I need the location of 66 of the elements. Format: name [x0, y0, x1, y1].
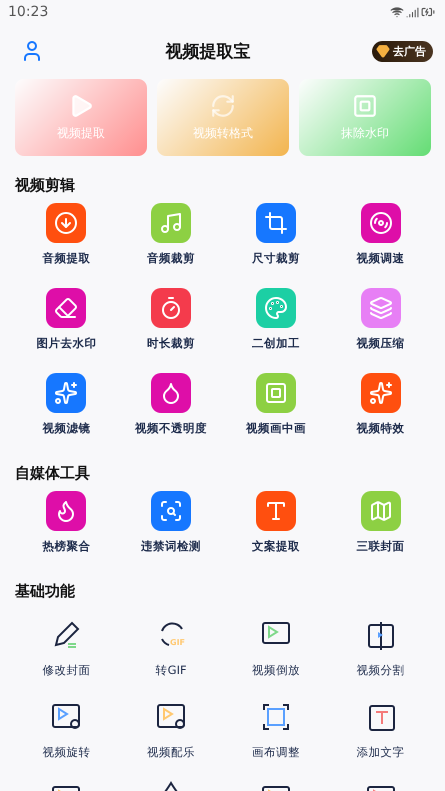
- tool-label[interactable]: 视频旋转: [42, 745, 90, 760]
- search-icon: [159, 499, 184, 523]
- tool-label[interactable]: 三联封面: [356, 539, 405, 554]
- layers-icon: [368, 296, 393, 320]
- tool-tile[interactable]: [360, 373, 401, 413]
- tool-label[interactable]: 转GIF: [156, 663, 187, 678]
- tool-label[interactable]: 视频分割: [356, 663, 405, 678]
- map-icon: [368, 499, 393, 523]
- disc-icon: [368, 211, 393, 235]
- tool-label[interactable]: 视频压缩: [356, 336, 405, 351]
- tool-label[interactable]: 文案提取: [252, 539, 300, 554]
- tool-tile[interactable]: [256, 288, 296, 328]
- remove-ads-button[interactable]: 去广告: [372, 40, 433, 62]
- tool-tile[interactable]: [151, 203, 192, 243]
- tool-label[interactable]: 添加文字: [356, 745, 405, 760]
- tool-tile[interactable]: [151, 491, 192, 531]
- refresh-icon: [161, 622, 183, 646]
- wifi-icon: [390, 5, 404, 19]
- tool-tile[interactable]: [46, 203, 86, 243]
- square-icon: [264, 381, 288, 405]
- square-icon: [352, 93, 378, 119]
- tool-label[interactable]: 时长裁剪: [147, 336, 196, 351]
- status-time: 10:23: [8, 4, 48, 20]
- tool-label[interactable]: 音频提取: [42, 251, 90, 266]
- tool-label[interactable]: 视频调速: [356, 251, 405, 266]
- eraser-icon: [54, 296, 78, 320]
- tool-label[interactable]: 热榜聚合: [42, 539, 90, 554]
- tool-label[interactable]: 图片去水印: [36, 336, 96, 351]
- tool-label[interactable]: 画布调整: [252, 745, 300, 760]
- download-icon: [54, 211, 78, 235]
- palette-icon: [264, 296, 288, 320]
- refresh-icon: [210, 93, 236, 119]
- tool-label[interactable]: 视频倒放: [252, 663, 300, 678]
- tool-label[interactable]: 违禁词检测: [141, 539, 202, 554]
- sparkle-icon: [54, 381, 78, 405]
- tool-label[interactable]: 尺寸裁剪: [252, 251, 300, 266]
- tool-tile[interactable]: [151, 373, 192, 413]
- battery-icon: [421, 5, 435, 19]
- tool-label[interactable]: 视频配乐: [147, 745, 196, 760]
- tool-tile[interactable]: [256, 373, 296, 413]
- tool-label[interactable]: 音频裁剪: [147, 251, 196, 266]
- tool-label[interactable]: 二创加工: [252, 336, 300, 351]
- tool-tile[interactable]: [151, 288, 192, 328]
- tool-tile[interactable]: [46, 373, 86, 413]
- gif-label: GIF: [170, 638, 186, 647]
- section-title: 视频剪辑: [14, 175, 76, 196]
- music-icon: [159, 211, 184, 235]
- tool-tile[interactable]: [256, 203, 296, 243]
- tool-tile[interactable]: [360, 288, 401, 328]
- section-title: 基础功能: [14, 581, 76, 602]
- tool-tile[interactable]: [360, 203, 401, 243]
- tool-label[interactable]: 视频滤镜: [42, 421, 90, 436]
- crop-icon: [264, 211, 288, 235]
- tool-tile[interactable]: [256, 491, 296, 531]
- tool-label[interactable]: 视频画中画: [246, 421, 306, 436]
- gem-icon: [376, 44, 390, 58]
- tool-tile[interactable]: [46, 288, 86, 328]
- stars-icon: [368, 381, 393, 405]
- tool-tile[interactable]: [360, 491, 401, 531]
- tool-label[interactable]: 视频特效: [356, 421, 405, 436]
- tool-tile[interactable]: [46, 491, 86, 531]
- tool-label[interactable]: 视频不透明度: [135, 421, 208, 436]
- app-title: 视频提取宝: [166, 40, 250, 62]
- signal-icon: [406, 6, 419, 18]
- section-title: 自媒体工具: [14, 463, 91, 484]
- tool-label[interactable]: 修改封面: [42, 663, 90, 678]
